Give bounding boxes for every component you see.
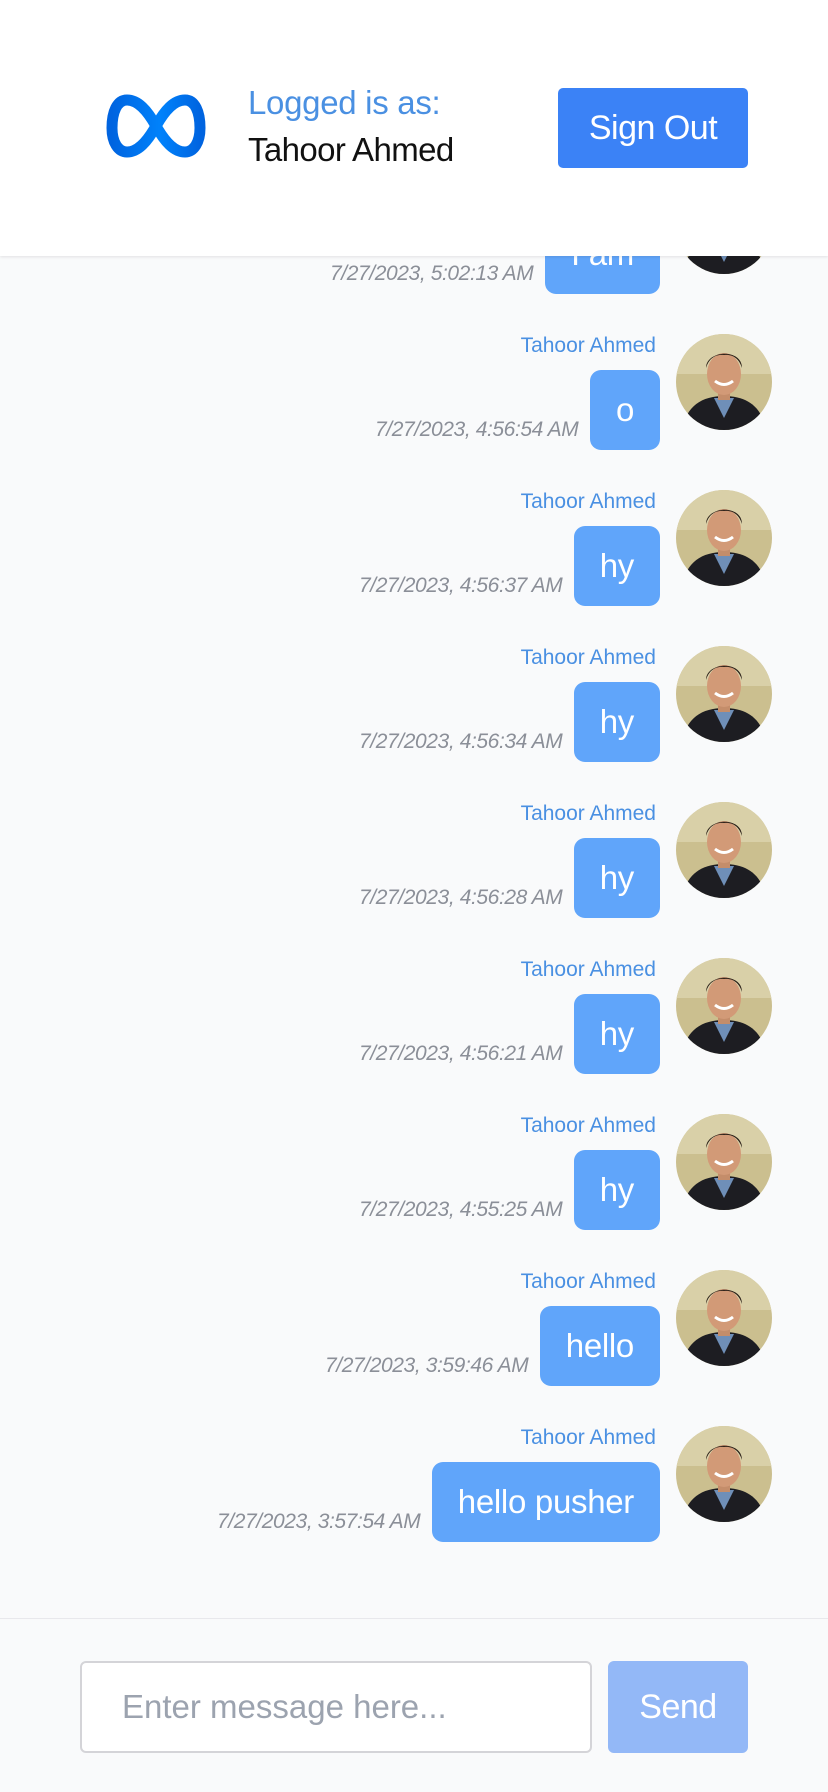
- message-bubble: hello: [539, 1306, 660, 1386]
- app-header: Logged is as: Tahoor Ahmed Sign Out: [0, 0, 828, 256]
- message-bubble: hy: [573, 682, 660, 762]
- message-sender: Tahoor Ahmed: [520, 490, 656, 513]
- user-avatar: [676, 646, 772, 742]
- user-avatar: [676, 1426, 772, 1522]
- message-sender: Tahoor Ahmed: [520, 1270, 656, 1293]
- message-timestamp: 7/27/2023, 4:56:34 AM: [359, 730, 563, 753]
- person-avatar-icon: [676, 958, 772, 1054]
- message-timestamp: 7/27/2023, 4:56:28 AM: [359, 886, 563, 909]
- message-input[interactable]: [80, 1661, 592, 1753]
- message-timestamp: 7/27/2023, 4:56:37 AM: [359, 574, 563, 597]
- message-row: Tahoor Ahmed hy 7/27/2023, 4:55:25 AM: [0, 1114, 828, 1270]
- person-avatar-icon: [676, 1426, 772, 1522]
- message-timestamp: 7/27/2023, 3:59:46 AM: [325, 1354, 529, 1377]
- send-button[interactable]: Send: [608, 1661, 748, 1753]
- message-timestamp: 7/27/2023, 4:56:54 AM: [375, 418, 579, 441]
- message-timestamp: 7/27/2023, 4:55:25 AM: [359, 1198, 563, 1221]
- logged-in-label: Logged is as:: [248, 84, 441, 121]
- chat-app: Tahoor Ahmed I am 7/27/2023, 5:02:13 AM: [0, 0, 828, 1792]
- current-user-name: Tahoor Ahmed: [248, 131, 454, 168]
- message-bubble: hy: [573, 838, 660, 918]
- message-bubble: hy: [573, 526, 660, 606]
- message-sender: Tahoor Ahmed: [520, 802, 656, 825]
- message-sender: Tahoor Ahmed: [520, 958, 656, 981]
- composer-bar: Send: [0, 1618, 828, 1792]
- message-row: Tahoor Ahmed o 7/27/2023, 4:56:54 AM: [0, 334, 828, 490]
- person-avatar-icon: [676, 1270, 772, 1366]
- message-bubble: o: [589, 370, 660, 450]
- message-bubble: hy: [573, 994, 660, 1074]
- message-row: Tahoor Ahmed hello pusher 7/27/2023, 3:5…: [0, 1426, 828, 1582]
- user-avatar: [676, 958, 772, 1054]
- user-avatar: [676, 334, 772, 430]
- person-avatar-icon: [676, 802, 772, 898]
- message-timestamp: 7/27/2023, 5:02:13 AM: [330, 262, 534, 285]
- user-avatar: [676, 1114, 772, 1210]
- person-avatar-icon: [676, 646, 772, 742]
- person-avatar-icon: [676, 1114, 772, 1210]
- message-row: Tahoor Ahmed hy 7/27/2023, 4:56:34 AM: [0, 646, 828, 802]
- message-sender: Tahoor Ahmed: [520, 334, 656, 357]
- message-sender: Tahoor Ahmed: [520, 646, 656, 669]
- message-sender: Tahoor Ahmed: [520, 1114, 656, 1137]
- user-avatar: [676, 802, 772, 898]
- message-row: Tahoor Ahmed hello 7/27/2023, 3:59:46 AM: [0, 1270, 828, 1426]
- message-bubble: hello pusher: [431, 1462, 660, 1542]
- user-avatar: [676, 1270, 772, 1366]
- message-row: Tahoor Ahmed hy 7/27/2023, 4:56:28 AM: [0, 802, 828, 958]
- person-avatar-icon: [676, 490, 772, 586]
- message-timestamp: 7/27/2023, 3:57:54 AM: [217, 1510, 421, 1533]
- sign-out-button[interactable]: Sign Out: [558, 88, 748, 168]
- message-row: Tahoor Ahmed hy 7/27/2023, 4:56:21 AM: [0, 958, 828, 1114]
- person-avatar-icon: [676, 334, 772, 430]
- meta-infinity-logo-icon: [106, 94, 206, 158]
- message-timestamp: 7/27/2023, 4:56:21 AM: [359, 1042, 563, 1065]
- message-sender: Tahoor Ahmed: [520, 1426, 656, 1449]
- message-bubble: hy: [573, 1150, 660, 1230]
- message-row: Tahoor Ahmed hy 7/27/2023, 4:56:37 AM: [0, 490, 828, 646]
- user-avatar: [676, 490, 772, 586]
